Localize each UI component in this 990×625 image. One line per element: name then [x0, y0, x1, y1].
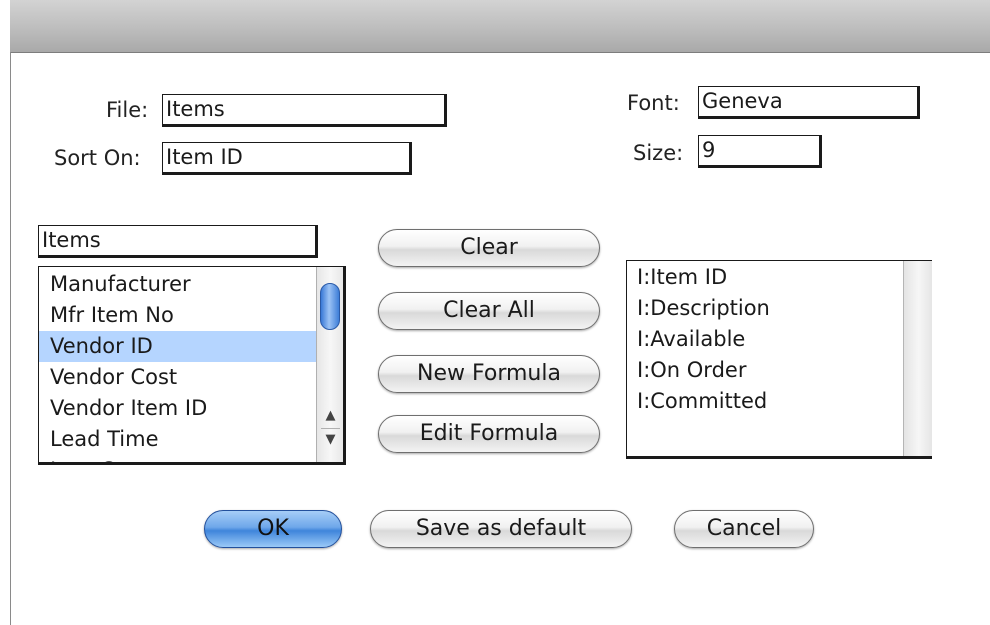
list-item[interactable]: I:Description: [637, 293, 770, 324]
scroll-thumb[interactable]: [320, 283, 340, 330]
cancel-button[interactable]: Cancel: [674, 510, 814, 548]
dialog-window: File: Items Sort On: Item ID Font: Genev…: [0, 0, 990, 625]
selected-fields-list[interactable]: I:Item ID I:Description I:Available I:On Or…: [626, 260, 932, 459]
sort-on-label: Sort On:: [54, 146, 141, 170]
save-as-default-button[interactable]: Save as default: [370, 510, 632, 548]
size-field[interactable]: 9: [698, 135, 822, 168]
file-label: File:: [106, 98, 149, 122]
sort-on-field[interactable]: Item ID: [162, 142, 412, 175]
edit-formula-button[interactable]: Edit Formula: [378, 415, 600, 453]
list-item[interactable]: Manufacturer: [39, 269, 316, 300]
field-list-scrollbar[interactable]: ▲ ▼: [316, 267, 343, 462]
list-item[interactable]: Vendor ID: [39, 331, 316, 362]
list-item[interactable]: Lead Time: [39, 424, 316, 455]
list-item[interactable]: I:On Order: [637, 355, 746, 386]
list-item[interactable]: I:Available: [637, 324, 745, 355]
table-popup-field[interactable]: Items: [38, 225, 318, 258]
list-item[interactable]: Last Cost: [39, 455, 316, 462]
arrow-up-icon[interactable]: ▲: [317, 405, 343, 427]
file-field[interactable]: Items: [162, 94, 447, 127]
window-border: [10, 52, 11, 625]
list-item[interactable]: Vendor Cost: [39, 362, 316, 393]
font-label: Font:: [627, 91, 680, 115]
arrow-down-icon[interactable]: ▼: [317, 429, 343, 451]
field-list[interactable]: Manufacturer Mfr Item No Vendor ID Vendor C…: [38, 266, 346, 465]
clear-all-button[interactable]: Clear All: [378, 292, 600, 330]
new-formula-button[interactable]: New Formula: [378, 355, 600, 393]
size-label: Size:: [633, 141, 684, 165]
selected-fields-scrollbar[interactable]: [903, 261, 932, 456]
list-item[interactable]: Vendor Item ID: [39, 393, 316, 424]
list-item[interactable]: I:Item ID: [637, 262, 727, 293]
list-item[interactable]: I:Committed: [637, 386, 767, 417]
title-bar[interactable]: [10, 0, 990, 53]
list-item[interactable]: Mfr Item No: [39, 300, 316, 331]
font-field[interactable]: Geneva: [698, 86, 920, 119]
clear-button[interactable]: Clear: [378, 229, 600, 267]
ok-button[interactable]: OK: [204, 510, 342, 548]
